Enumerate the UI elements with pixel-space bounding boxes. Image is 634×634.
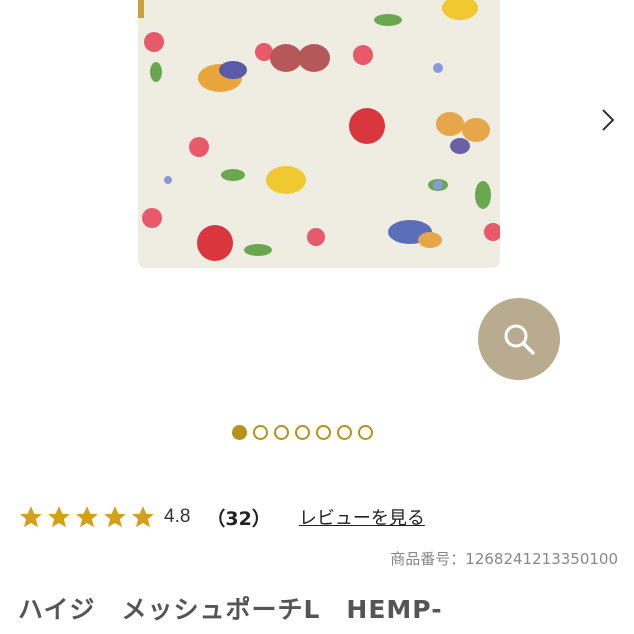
star-icon — [20, 506, 42, 528]
pagination-dot-1[interactable] — [232, 424, 247, 440]
product-title: ハイジ メッシュポーチL HEMP- — [18, 595, 443, 624]
star-icon — [104, 506, 126, 528]
chevron-right-icon — [602, 109, 615, 131]
rating-value: 4.8 — [164, 506, 191, 527]
pagination-dot-7[interactable] — [358, 424, 373, 440]
pagination-dot-3[interactable] — [274, 424, 289, 440]
product-image[interactable] — [138, 0, 500, 268]
embroidered-pattern — [138, 0, 500, 268]
pagination-dot-6[interactable] — [337, 424, 352, 440]
star-rating — [18, 504, 156, 530]
review-count: （32） — [206, 507, 271, 530]
star-icon — [48, 506, 70, 528]
rating-row: 4.8 （32） レビューを見る — [18, 502, 425, 532]
product-number: 商品番号：1268241213350100 — [390, 550, 618, 568]
pagination-dot-2[interactable] — [253, 424, 268, 440]
gallery-pagination — [232, 422, 373, 442]
pagination-dot-4[interactable] — [295, 424, 310, 440]
star-icon — [76, 506, 98, 528]
zoom-button[interactable] — [478, 298, 560, 380]
search-icon — [504, 324, 535, 355]
pagination-dot-5[interactable] — [316, 424, 331, 440]
next-image-button[interactable] — [596, 106, 620, 134]
view-reviews-link[interactable]: レビューを見る — [299, 504, 425, 530]
star-icon — [132, 506, 154, 528]
